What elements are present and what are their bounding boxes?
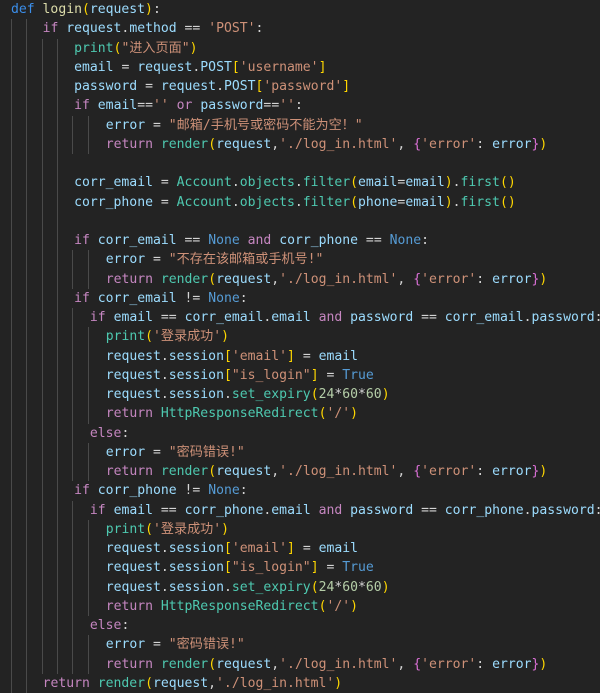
code-line: request.session["is_login"] = True — [105, 560, 374, 576]
code-line: return HttpResponseRedirect('/') — [105, 406, 358, 422]
code-line: def login(request): — [11, 2, 161, 17]
code-line: else: — [89, 425, 130, 441]
code-line: print('登录成功') — [105, 521, 230, 537]
code-line: error = "邮箱/手机号或密码不能为空！" — [105, 117, 363, 133]
code-line: print("进入页面") — [74, 40, 198, 56]
code-line: print('登录成功') — [105, 329, 230, 345]
code-line: if email=='' or password=='': — [74, 98, 303, 114]
code-line: corr_email = Account.objects.filter(emai… — [74, 175, 516, 191]
code-line: request.session['email'] = email — [105, 541, 359, 556]
code-line: return HttpResponseRedirect('/') — [105, 598, 358, 614]
code-line: error = "不存在该邮箱或手机号!" — [105, 252, 324, 268]
code-line: return render(request,'./log_in.html', {… — [105, 136, 548, 152]
code-line: return render(request,'./log_in.html', {… — [105, 656, 548, 672]
code-line: if request.method == 'POST': — [42, 21, 264, 37]
code-line: error = "密码错误!" — [105, 637, 245, 653]
code-line: request.session.set_expiry(24*60*60) — [105, 387, 390, 402]
code-line: request.session['email'] = email — [105, 348, 359, 364]
code-line: if corr_phone != None: — [74, 483, 248, 499]
code-line: if email == corr_email.email and passwor… — [89, 310, 600, 325]
code-line: error = "密码错误!" — [105, 444, 245, 460]
code-line: request.session["is_login"] = True — [105, 367, 374, 383]
code-line: email = request.POST['username'] — [74, 59, 327, 75]
code-line: return render(request,'./log_in.html', {… — [105, 271, 548, 287]
code-line: if corr_email == None and corr_phone == … — [74, 233, 430, 248]
code-line: password = request.POST['password'] — [74, 79, 351, 94]
code-line: corr_phone = Account.objects.filter(phon… — [74, 194, 516, 210]
code-line: request.session.set_expiry(24*60*60) — [105, 579, 390, 595]
code-editor-canvas[interactable]: def login(request): if request.method ==… — [0, 0, 600, 693]
code-line: return render(request,'./log_in.html', {… — [105, 464, 548, 479]
code-line: if corr_email != None: — [74, 290, 248, 306]
code-line: if email == corr_phone.email and passwor… — [89, 502, 600, 518]
code-line: return render(request,'./log_in.html') — [42, 675, 343, 691]
source-code-block[interactable]: def login(request): if request.method ==… — [0, 0, 600, 693]
code-line: else: — [89, 618, 130, 633]
